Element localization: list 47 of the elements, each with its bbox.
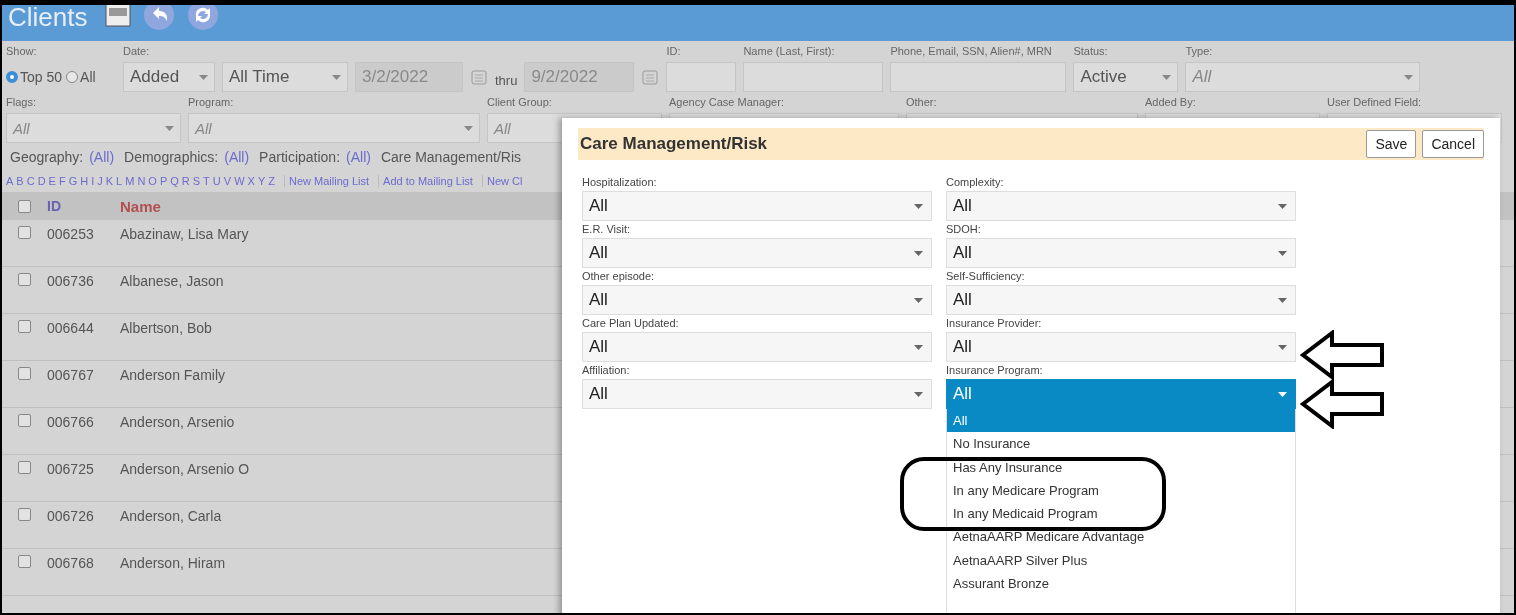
dialog-title: Care Management/Risk xyxy=(580,134,768,154)
field-label: Affiliation: xyxy=(582,363,631,378)
field-label: ID: xyxy=(666,45,682,59)
table-cell-text: 006644 xyxy=(46,320,95,336)
table-cell-text: Albanese, Jason xyxy=(119,273,224,289)
table-cell-text: 006253 xyxy=(46,226,95,242)
field-label: Program: xyxy=(188,96,235,110)
field-label: E.R. Visit: xyxy=(582,222,632,237)
field-label: Added By: xyxy=(1145,96,1197,110)
page-title: Clients xyxy=(8,5,88,29)
field-label: Show: xyxy=(6,45,38,59)
table-cell-text: 006736 xyxy=(46,273,95,289)
field-label: Phone, Email, SSN, Alien#, MRN xyxy=(890,45,1053,59)
category-label: Geography: xyxy=(10,149,84,165)
field-label: Client Group: xyxy=(487,96,553,110)
field-label: Insurance Program: xyxy=(946,363,1044,378)
category-label: Care Management/Ris xyxy=(380,149,521,165)
table-cell-text: Anderson, Arsenio O xyxy=(119,461,250,477)
field-label: Name (Last, First): xyxy=(743,45,836,59)
table-cell-text: 006767 xyxy=(46,367,95,383)
field-label: Other episode: xyxy=(582,269,656,284)
field-label: Date: xyxy=(123,45,151,59)
table-cell-text: 006725 xyxy=(46,461,95,477)
table-cell-text: 006766 xyxy=(46,414,95,430)
category-label: Demographics: xyxy=(124,149,219,165)
table-cell-text: 006768 xyxy=(46,555,95,571)
thru-label: thru xyxy=(495,72,518,88)
table-cell-text: Anderson, Carla xyxy=(119,508,222,524)
table-cell-text: Anderson, Arsenio xyxy=(119,414,235,430)
category-label: Participation: xyxy=(259,149,341,165)
table-cell-text: Albertson, Bob xyxy=(119,320,212,336)
field-label: Status: xyxy=(1073,45,1109,59)
table-cell-text: Anderson Family xyxy=(119,367,226,383)
table-cell-text: 006726 xyxy=(46,508,95,524)
field-label: SDOH: xyxy=(946,222,982,237)
field-label: Complexity: xyxy=(946,175,1005,190)
field-label: Hospitalization: xyxy=(582,175,658,190)
field-label: Type: xyxy=(1185,45,1214,59)
table-cell-text: Anderson, Hiram xyxy=(119,555,226,571)
field-label: Self-Sufficiency: xyxy=(946,269,1026,284)
table-cell-text: Abazinaw, Lisa Mary xyxy=(119,226,249,242)
field-label: Care Plan Updated: xyxy=(582,316,680,331)
field-label: User Defined Field: xyxy=(1327,96,1423,110)
field-label: Other: xyxy=(906,96,938,110)
field-label: Flags: xyxy=(6,96,37,110)
field-label: Insurance Provider: xyxy=(946,316,1043,331)
field-label: Agency Case Manager: xyxy=(669,96,785,110)
